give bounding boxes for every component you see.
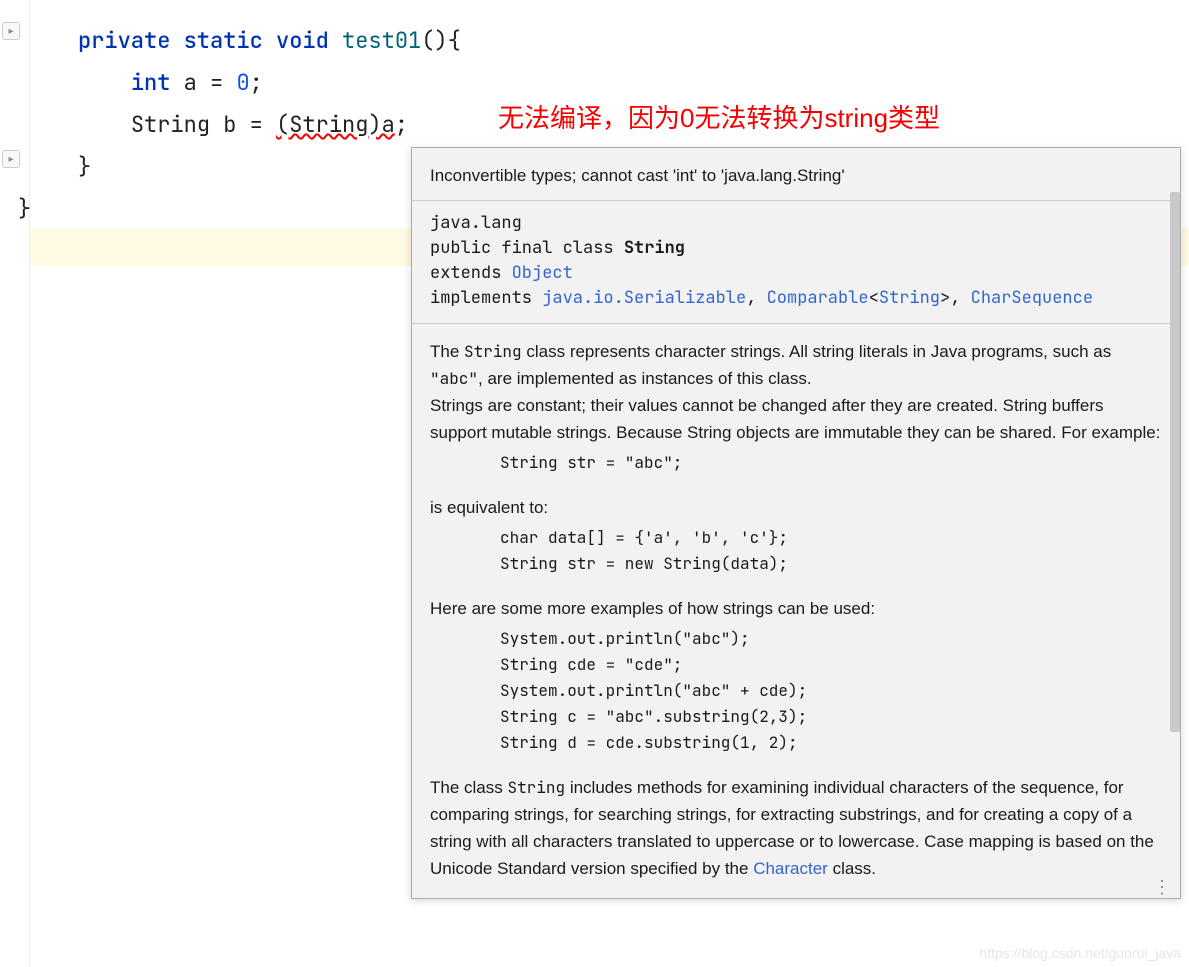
- annotation-text: 无法编译，因为0无法转换为string类型: [498, 98, 940, 135]
- watermark-text: https://blog.csdn.net/guorui_java: [979, 945, 1181, 961]
- error-underline: (String)a: [276, 110, 395, 139]
- code-line-1: private static void test01(){: [30, 20, 1189, 62]
- popup-scrollbar[interactable]: [1170, 148, 1180, 898]
- link-serializable[interactable]: java.io.Serializable: [542, 287, 746, 309]
- documentation-popup[interactable]: Inconvertible types; cannot cast 'int' t…: [411, 147, 1181, 899]
- link-string[interactable]: String: [879, 287, 940, 309]
- link-object[interactable]: Object: [512, 262, 573, 284]
- popup-body: The String class represents character st…: [412, 324, 1180, 898]
- popup-declaration: java.lang public final class String exte…: [412, 201, 1180, 324]
- link-character[interactable]: Character: [753, 859, 828, 878]
- link-comparable[interactable]: Comparable: [767, 287, 869, 309]
- popup-error-message: Inconvertible types; cannot cast 'int' t…: [412, 148, 1180, 201]
- popup-more-icon[interactable]: ⋮: [1153, 884, 1172, 890]
- link-charsequence[interactable]: CharSequence: [971, 287, 1093, 309]
- popup-scrollbar-thumb[interactable]: [1170, 192, 1180, 732]
